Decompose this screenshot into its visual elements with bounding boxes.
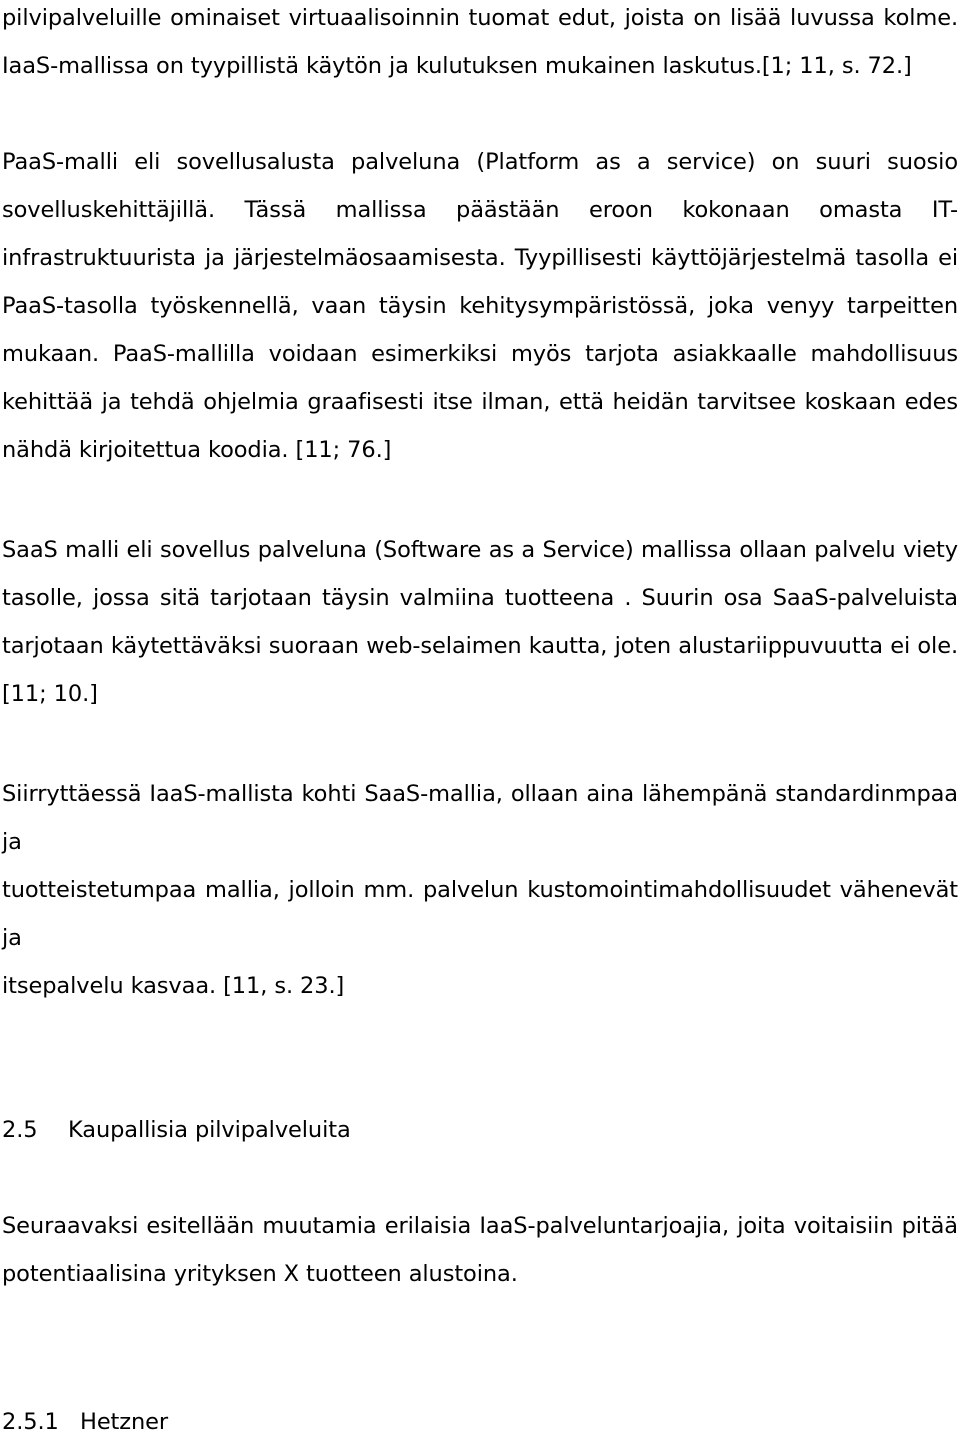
section-title: Kaupallisia pilvipalveluita: [68, 1117, 351, 1143]
text-line: mukaan. PaaS-mallilla voidaan esimerkiks…: [2, 341, 958, 367]
document-page: pilvipalveluille ominaiset virtuaalisoin…: [0, 0, 960, 1453]
section-heading-2-5: 2.5 Kaupallisia pilvipalveluita: [2, 1106, 958, 1154]
paragraph-providers-intro: Seuraavaksi esitellään muutamia erilaisi…: [2, 1202, 958, 1298]
text-line: sovelluskehittäjillä. Tässä mallissa pää…: [2, 197, 958, 223]
text-line: kehittää ja tehdä ohjelmia graafisesti i…: [2, 389, 958, 415]
section-heading-2-5-1: 2.5.1 Hetzner: [2, 1398, 958, 1446]
text-line: infrastruktuurista ja järjestelmäosaamis…: [2, 245, 958, 271]
section-number: 2.5: [2, 1117, 38, 1143]
section-title: Hetzner: [80, 1409, 169, 1435]
text-line: [11; 10.]: [2, 681, 98, 707]
paragraph-saas: SaaS malli eli sovellus palveluna (Softw…: [2, 526, 958, 718]
document-body: pilvipalveluille ominaiset virtuaalisoin…: [2, 0, 958, 1453]
text-line: PaaS-tasolla työskennellä, vaan täysin k…: [2, 293, 958, 319]
text-line: pilvipalveluille ominaiset virtuaalisoin…: [2, 5, 958, 31]
text-line: Siirryttäessä IaaS-mallista kohti SaaS-m…: [2, 781, 958, 855]
text-line: Seuraavaksi esitellään muutamia erilaisi…: [2, 1213, 958, 1239]
text-line: tarjotaan käytettäväksi suoraan web-sela…: [2, 633, 958, 659]
text-line: potentiaalisina yrityksen X tuotteen alu…: [2, 1261, 518, 1287]
paragraph-paas: PaaS-malli eli sovellusalusta palveluna …: [2, 138, 958, 474]
paragraph-intro: pilvipalveluille ominaiset virtuaalisoin…: [2, 0, 958, 90]
text-line: IaaS-mallissa on tyypillistä käytön ja k…: [2, 53, 912, 79]
text-line: tuotteistetumpaa mallia, jolloin mm. pal…: [2, 877, 958, 951]
paragraph-transition: Siirryttäessä IaaS-mallista kohti SaaS-m…: [2, 770, 958, 1010]
text-line: tasolle, jossa sitä tarjotaan täysin val…: [2, 585, 958, 611]
section-number: 2.5.1: [2, 1409, 59, 1435]
text-line: PaaS-malli eli sovellusalusta palveluna …: [2, 149, 958, 175]
text-line: SaaS malli eli sovellus palveluna (Softw…: [2, 537, 958, 563]
text-line: nähdä kirjoitettua koodia. [11; 76.]: [2, 437, 392, 463]
text-line: itsepalvelu kasvaa. [11, s. 23.]: [2, 973, 345, 999]
